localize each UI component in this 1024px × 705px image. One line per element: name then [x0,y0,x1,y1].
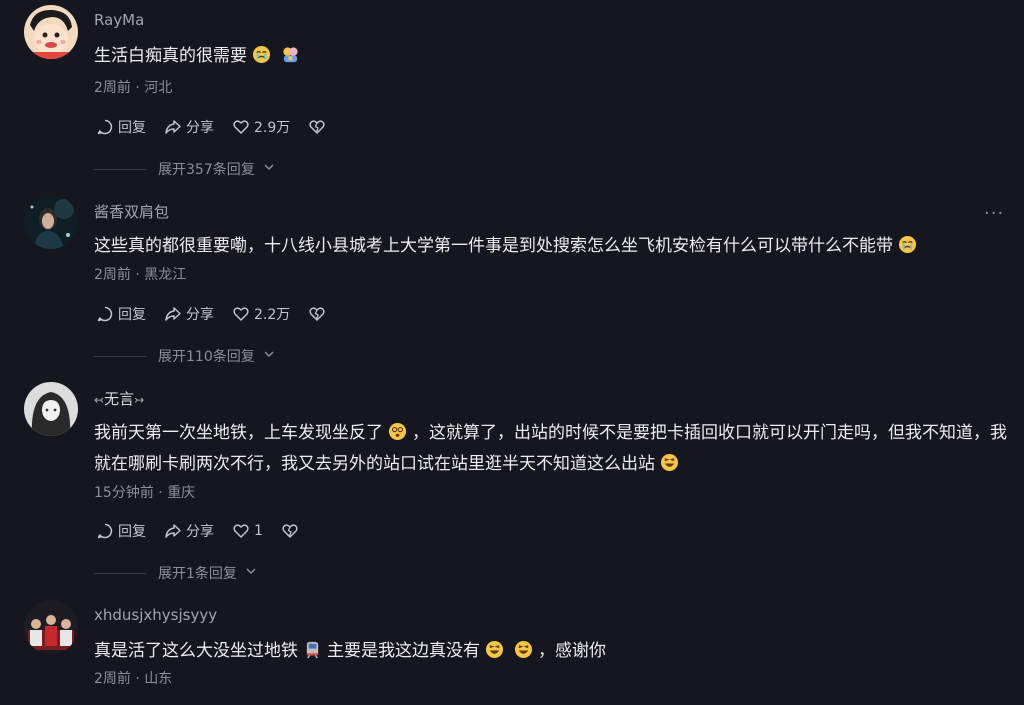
speech-bubble-icon [96,118,114,136]
expand-replies-button[interactable]: 展开1条回复 [94,563,257,583]
comment-location: 山东 [144,671,173,687]
like-button[interactable]: 2.9万 [232,117,290,137]
crying-emoji-icon [252,45,271,64]
expand-replies-button[interactable]: 展开357条回复 [94,159,275,179]
divider-line [94,355,146,357]
username[interactable]: xhdusjxhysjsyyy [94,606,217,624]
comment-time: 2周前 [94,80,131,96]
laughing-emoji-icon [485,640,504,659]
chevron-down-icon [245,565,257,581]
reply-button[interactable]: 回复 [96,117,146,137]
laughing-emoji-icon [660,453,679,472]
comment-time: 2周前 [94,671,131,687]
share-arrow-icon [164,305,182,323]
comment-text: 这些真的都很重要嘞，十八线小县城考上大学第一件事是到处搜索怎么坐飞机安检有什么可… [94,231,1012,262]
comment-time: 2周前 [94,267,131,283]
comment-meta: 15分钟前 · 重庆 [94,482,195,502]
meta-separator: · [158,485,163,501]
share-button[interactable]: 分享 [164,117,214,137]
avatar[interactable] [24,600,78,654]
hug-emoji-icon [281,45,300,64]
username[interactable]: RayMa [94,11,144,29]
comment-text: 生活白痴真的很需要 [94,41,1012,72]
comment-actions: 回复 分享 2.9万 [96,117,326,137]
comment-text: 真是活了这么大没坐过地铁 主要是我这边真没有 ，感谢你 [94,636,1012,667]
dizzy-emoji-icon [388,422,407,441]
like-count: 2.9万 [254,120,291,136]
share-arrow-icon [164,522,182,540]
reply-label: 回复 [118,120,146,136]
chevron-down-icon [263,348,275,364]
username-decoration-left: ↢ [94,393,105,407]
share-label: 分享 [186,307,214,323]
username-decoration-right: ↣ [134,393,145,407]
like-count: 2.2万 [254,307,291,323]
share-button[interactable]: 分享 [164,304,214,324]
broken-heart-icon [308,305,326,323]
subway-train-icon [303,640,322,659]
expand-replies-button[interactable]: 展开110条回复 [94,346,275,366]
meta-separator: · [135,671,140,687]
username-text: 无言 [104,390,135,408]
comment-time: 15分钟前 [94,485,154,501]
avatar[interactable] [24,195,78,249]
comment-text: 我前天第一次坐地铁，上车发现坐反了 ，这就算了，出站的时候不是要把卡插回收口就可以… [94,418,1012,480]
heart-icon [232,118,250,136]
meta-separator: · [135,80,140,96]
comment-text-content: ，感谢你 [538,641,606,661]
reply-label: 回复 [118,307,146,323]
comment-text-content: 生活白痴真的很需要 [94,46,247,66]
comment-location: 重庆 [167,485,196,501]
share-label: 分享 [186,120,214,136]
speech-bubble-icon [96,522,114,540]
comment-meta: 2周前 · 山东 [94,668,172,688]
comment-meta: 2周前 · 河北 [94,77,172,97]
expand-label: 展开110条回复 [158,349,255,365]
comment-location: 河北 [144,80,173,96]
broken-heart-icon [281,522,299,540]
expand-label: 展开357条回复 [158,162,255,178]
like-button[interactable]: 1 [232,522,263,540]
speech-bubble-icon [96,305,114,323]
dislike-button[interactable] [308,305,326,323]
like-button[interactable]: 2.2万 [232,304,290,324]
comment-actions: 回复 分享 2.2万 [96,304,326,324]
username[interactable]: 酱香双肩包 [94,201,169,222]
share-arrow-icon [164,118,182,136]
avatar[interactable] [24,5,78,59]
share-button[interactable]: 分享 [164,521,214,541]
comment-text-content: 这些真的都很重要嘞，十八线小县城考上大学第一件事是到处搜索怎么坐飞机安检有什么可… [94,236,893,256]
heart-icon [232,522,250,540]
comment-text-content: 真是活了这么大没坐过地铁 [94,641,298,661]
comment-text-content: 主要是我这边真没有 [327,641,480,661]
reply-button[interactable]: 回复 [96,521,146,541]
chevron-down-icon [263,161,275,177]
broken-heart-icon [308,118,326,136]
comment-actions: 回复 分享 1 [96,521,299,541]
laughing-emoji-icon [514,640,533,659]
more-options-button[interactable]: ··· [984,203,1004,224]
comment-location: 黑龙江 [144,267,187,283]
crying-emoji-icon [898,235,917,254]
avatar[interactable] [24,382,78,436]
divider-line [94,168,146,170]
dislike-button[interactable] [281,522,299,540]
reply-label: 回复 [118,524,146,540]
reply-button[interactable]: 回复 [96,304,146,324]
like-count: 1 [254,523,263,539]
comment-text-content: 我前天第一次坐地铁，上车发现坐反了 [94,423,383,443]
heart-icon [232,305,250,323]
share-label: 分享 [186,524,214,540]
comment-meta: 2周前 · 黑龙江 [94,264,186,284]
divider-line [94,572,146,574]
username[interactable]: ↢无言↣ [94,388,144,409]
meta-separator: · [135,267,140,283]
dislike-button[interactable] [308,118,326,136]
expand-label: 展开1条回复 [158,566,237,582]
